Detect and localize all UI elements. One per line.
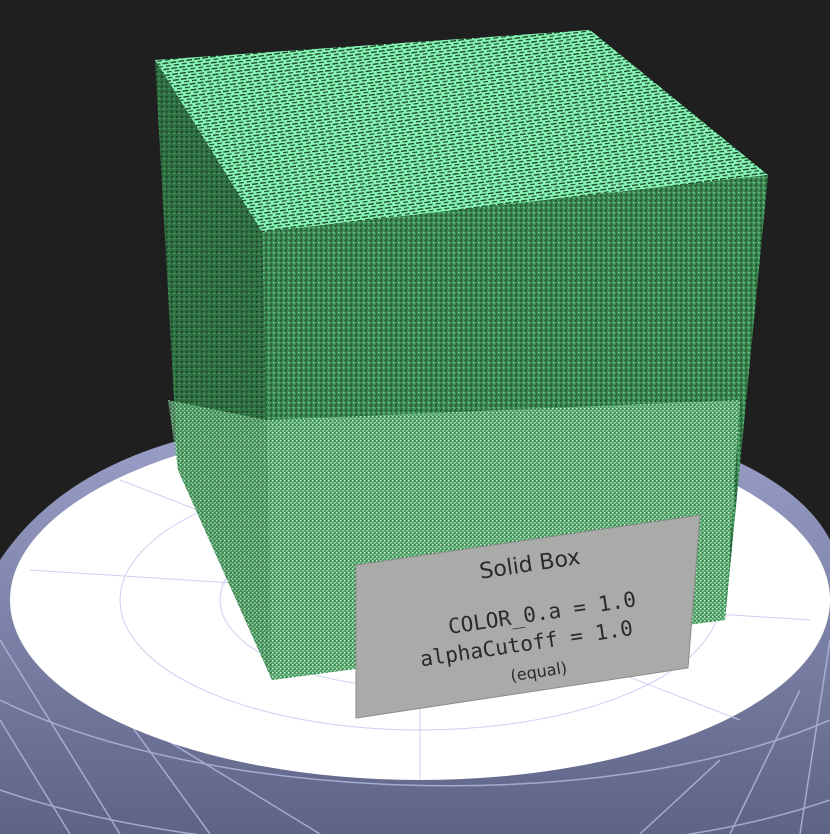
viewport-3d[interactable]: Solid Box COLOR_0.a = 1.0 alphaCutoff = …: [0, 0, 830, 834]
